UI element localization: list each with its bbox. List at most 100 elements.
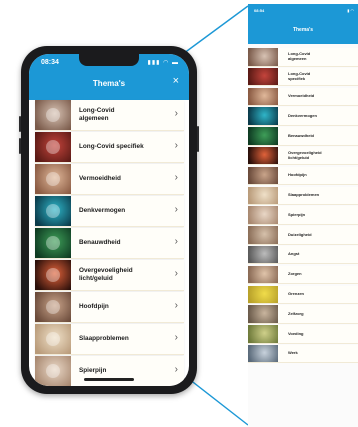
theme-row[interactable]: Benauwdheid › [35, 228, 184, 259]
theme-row[interactable]: Vermoeidheid › [35, 164, 184, 195]
zoom-theme-row[interactable]: Zorgen [248, 265, 358, 285]
zoom-theme-label: Hoofdpijn [288, 172, 307, 178]
thumbnail-image [46, 139, 60, 154]
zoom-theme-row[interactable]: Angst [248, 245, 358, 265]
theme-thumbnail [35, 228, 71, 258]
thumbnail-image [46, 203, 60, 218]
thumbnail-image [46, 107, 60, 122]
zoom-theme-row[interactable]: Long-Covid specifiek [248, 67, 358, 87]
zoomed-screen: 08:54 ▮ ◠ Thema's Long-Covid algemeen Lon… [248, 4, 358, 427]
zoom-header: 08:54 ▮ ◠ Thema's [248, 4, 358, 44]
theme-label: Benauwdheid [79, 239, 121, 246]
power-button [197, 126, 199, 152]
zoom-theme-thumbnail [248, 166, 278, 185]
theme-label: Long-Covid specifiek [79, 143, 144, 150]
thumbnail-image [46, 267, 60, 282]
status-time: 08:34 [41, 59, 59, 66]
thumbnail-image [46, 235, 60, 250]
zoom-theme-list: Long-Covid algemeen Long-Covid specifiek V… [248, 48, 358, 365]
thumbnail-image [46, 171, 60, 186]
zoom-theme-row[interactable]: Benauwdheid [248, 127, 358, 146]
theme-row[interactable]: Hoofdpijn › [35, 292, 184, 323]
volume-up-button [19, 116, 21, 132]
zoom-theme-row[interactable]: Slaapproblemen [248, 186, 358, 206]
zoom-theme-label: Long-Covid algemeen [288, 51, 311, 61]
zoom-theme-label: Grenzen [288, 291, 305, 297]
theme-label: Slaapproblemen [79, 335, 129, 342]
zoom-theme-row[interactable]: Long-Covid algemeen [248, 48, 358, 67]
theme-thumbnail [35, 196, 71, 226]
zoom-theme-row[interactable]: Spierpijn [248, 206, 358, 225]
phone-notch [79, 54, 139, 66]
zoom-theme-thumbnail [248, 265, 278, 284]
theme-thumbnail [35, 100, 71, 130]
theme-thumbnail [35, 356, 71, 386]
theme-thumbnail [35, 132, 71, 162]
zoom-theme-label: Long-Covid specifiek [288, 70, 311, 81]
phone-screen: 08:34 ▮▮▮ ◠ ▬ Thema's × Long-Covid algem… [29, 54, 189, 386]
theme-thumbnail [35, 292, 71, 322]
close-icon[interactable]: × [173, 76, 179, 87]
zoom-status-icons: ▮ ◠ [347, 8, 354, 13]
theme-thumbnail [35, 324, 71, 354]
thumbnail-image [46, 363, 60, 378]
theme-row[interactable]: Overgevoeligheid licht/geluid › [35, 260, 184, 291]
theme-thumbnail [35, 260, 71, 290]
zoom-theme-thumbnail [248, 285, 278, 304]
page-title: Thema's [92, 79, 126, 88]
zoom-theme-row[interactable]: Hoofdpijn [248, 166, 358, 186]
zoom-theme-thumbnail [248, 305, 278, 323]
zoom-theme-thumbnail [248, 206, 278, 224]
chevron-right-icon: › [174, 204, 178, 215]
zoom-theme-thumbnail [248, 186, 278, 205]
zoom-theme-thumbnail [248, 107, 278, 125]
zoom-theme-thumbnail [248, 127, 278, 145]
zoom-theme-row[interactable]: Grenzen [248, 285, 358, 305]
zoom-theme-label: Slaapproblemen [288, 192, 320, 198]
chevron-right-icon: › [174, 236, 178, 247]
theme-list: Long-Covid algemeen › Long-Covid specifiek… [29, 100, 189, 386]
theme-row[interactable]: Spierpijn › [35, 356, 184, 386]
chevron-right-icon: › [174, 140, 178, 151]
chevron-right-icon: › [174, 268, 178, 279]
zoom-page-title: Thema's [292, 27, 314, 33]
zoom-theme-label: Voeding [288, 330, 304, 336]
zoom-theme-row[interactable]: Voeding [248, 325, 358, 344]
status-icons: ▮▮▮ ◠ ▬ [147, 60, 179, 66]
zoom-theme-row[interactable]: Werk [248, 344, 358, 364]
zoom-theme-label: Overgevoeligheid licht/geluid [288, 150, 322, 160]
theme-label: Hoofdpijn [79, 303, 109, 310]
zoom-theme-label: Vermoeidheid [288, 93, 315, 99]
theme-row[interactable]: Long-Covid algemeen › [35, 100, 184, 131]
zoom-theme-thumbnail [248, 245, 278, 264]
theme-row[interactable]: Denkvermogen › [35, 196, 184, 227]
zoom-theme-thumbnail [248, 146, 278, 165]
chevron-right-icon: › [174, 300, 178, 311]
theme-row[interactable]: Long-Covid specifiek › [35, 132, 184, 163]
zoom-theme-row[interactable]: Denkvermogen [248, 107, 358, 126]
zoom-theme-thumbnail [248, 344, 278, 363]
zoom-theme-row[interactable]: Duizeligheid [248, 226, 358, 245]
zoom-theme-row[interactable]: Overgevoeligheid licht/geluid [248, 146, 358, 166]
zoom-theme-thumbnail [248, 48, 278, 66]
theme-label: Vermoeidheid [79, 175, 121, 182]
zoom-theme-row[interactable]: Vermoeidheid [248, 87, 358, 107]
thumbnail-image [46, 331, 60, 346]
theme-row[interactable]: Slaapproblemen › [35, 324, 184, 355]
zoom-theme-label: Werk [288, 350, 298, 356]
chevron-right-icon: › [174, 108, 178, 119]
volume-down-button [19, 138, 21, 154]
zoom-theme-label: Denkvermogen [288, 112, 317, 118]
zoom-theme-label: Spierpijn [288, 211, 306, 217]
zoom-theme-label: Zorgen [288, 271, 302, 277]
chevron-right-icon: › [174, 364, 178, 375]
zoom-theme-label: Angst [288, 251, 300, 257]
zoom-theme-row[interactable]: Zelfzorg [248, 305, 358, 324]
home-indicator [84, 378, 134, 381]
theme-label: Long-Covid algemeen [79, 107, 115, 122]
theme-label: Overgevoeligheid licht/geluid [79, 267, 133, 282]
phone-mockup: 08:34 ▮▮▮ ◠ ▬ Thema's × Long-Covid algem… [19, 46, 199, 394]
zoom-theme-thumbnail [248, 325, 278, 343]
zoom-theme-label: Zelfzorg [288, 310, 304, 316]
theme-thumbnail [35, 164, 71, 194]
